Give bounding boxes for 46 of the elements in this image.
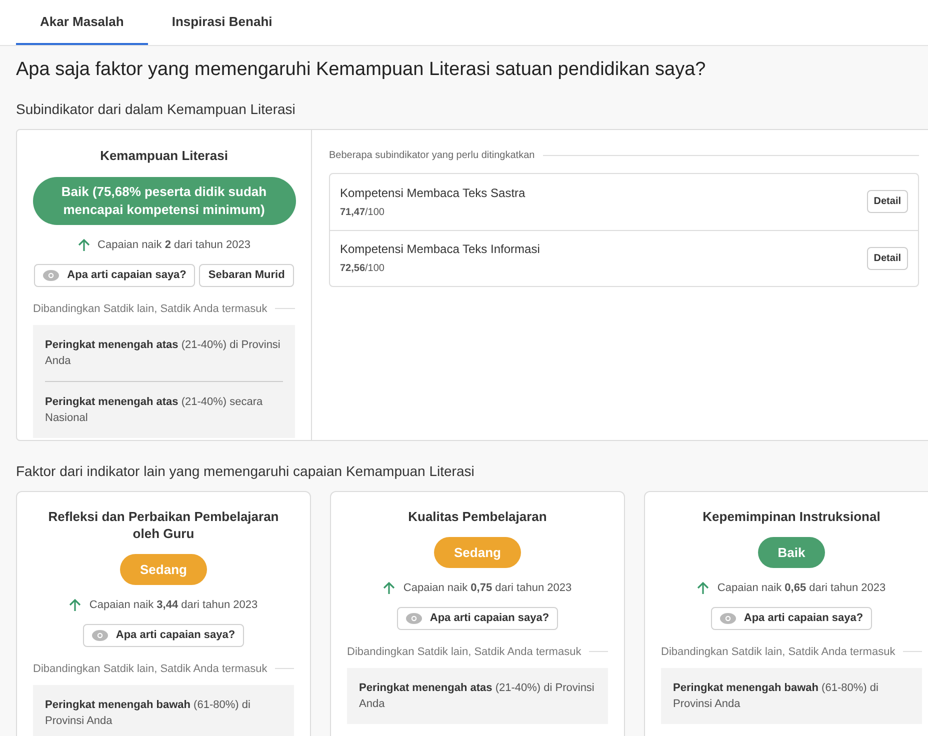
info-button[interactable]: Apa arti capaian saya? bbox=[82, 624, 244, 646]
status-badge: Sedang bbox=[120, 554, 207, 585]
info-button[interactable]: Apa arti capaian saya? bbox=[34, 264, 196, 286]
compare-label: Dibandingkan Satdik lain, Satdik Anda termasuk bbox=[347, 644, 582, 660]
rank-text: Peringkat menengah bawah (61-80%) di Provinsi Anda bbox=[673, 681, 880, 712]
arrow-up-icon bbox=[78, 238, 90, 252]
compare-label: Dibandingkan Satdik lain, Satdik Anda termasuk bbox=[661, 644, 896, 660]
card-title: Kepemimpinan Instruksional bbox=[702, 508, 882, 524]
detail-button[interactable]: Detail bbox=[866, 246, 908, 270]
arrow-up-icon bbox=[69, 598, 82, 612]
trend-text: Capaian naik 0,75 dari tahun 2023 bbox=[403, 581, 572, 596]
info-button[interactable]: Sebaran Murid bbox=[199, 264, 294, 286]
status-badge: Baik (75,68% peserta didik sudah mencapai kompetensi minimum) bbox=[32, 177, 296, 225]
card-title: Kemampuan Literasi bbox=[100, 146, 228, 165]
eye-icon bbox=[406, 612, 422, 624]
eye-icon bbox=[92, 630, 108, 640]
list-label: Beberapa subindikator yang perlu ditingkatkan bbox=[329, 148, 535, 162]
detail-button[interactable]: Detail bbox=[866, 190, 908, 213]
card-title: Kualitas Pembelajaran bbox=[407, 508, 548, 524]
compare-label: Dibandingkan Satdik lain, Satdik Anda termasuk bbox=[33, 302, 268, 316]
subindicator-score: 72,56/100 bbox=[340, 262, 386, 276]
eye-icon bbox=[720, 612, 736, 624]
tab[interactable]: Inspirasi Benahi bbox=[148, 0, 296, 45]
status-badge: Baik bbox=[758, 536, 826, 568]
section-heading: Faktor dari indikator lain yang memengaruhi capaian Kemampuan Literasi bbox=[16, 462, 476, 481]
info-button[interactable]: Apa arti capaian saya? bbox=[396, 606, 558, 630]
trend-text: Capaian naik 2 dari tahun 2023 bbox=[98, 238, 250, 253]
rank-text: Peringkat menengah atas (21-40%) secara Nasional bbox=[45, 395, 264, 426]
subindicator-name: Kompetensi Membaca Teks Sastra bbox=[340, 184, 526, 202]
status-badge: Sedang bbox=[434, 536, 521, 568]
rank-text: Peringkat menengah atas (21-40%) di Provinsi Anda bbox=[359, 681, 596, 712]
rank-text: Peringkat menengah atas (21-40%) di Provinsi Anda bbox=[45, 338, 282, 369]
trend-text: Capaian naik 3,44 dari tahun 2023 bbox=[89, 598, 258, 613]
eye-icon bbox=[43, 270, 60, 280]
arrow-up-icon bbox=[697, 582, 710, 595]
info-button[interactable]: Apa arti capaian saya? bbox=[710, 606, 872, 630]
tab[interactable]: Akar Masalah bbox=[16, 0, 148, 45]
section-heading: Subindikator dari dalam Kemampuan Literasi bbox=[16, 100, 296, 119]
rank-text: Peringkat menengah bawah (61-80%) di Provinsi Anda bbox=[45, 698, 252, 729]
trend-text: Capaian naik 0,65 dari tahun 2023 bbox=[717, 581, 886, 596]
page-title: Apa saja faktor yang memengaruhi Kemampuan Literasi satuan pendidikan saya? bbox=[16, 58, 707, 82]
compare-label: Dibandingkan Satdik lain, Satdik Anda termasuk bbox=[33, 662, 268, 676]
card-title: Refleksi dan Perbaikan Pembelajaran oleh Guru bbox=[47, 508, 280, 542]
subindicator-score: 71,47/100 bbox=[340, 206, 386, 220]
subindicator-name: Kompetensi Membaca Teks Informasi bbox=[340, 241, 541, 258]
arrow-up-icon bbox=[383, 582, 396, 595]
